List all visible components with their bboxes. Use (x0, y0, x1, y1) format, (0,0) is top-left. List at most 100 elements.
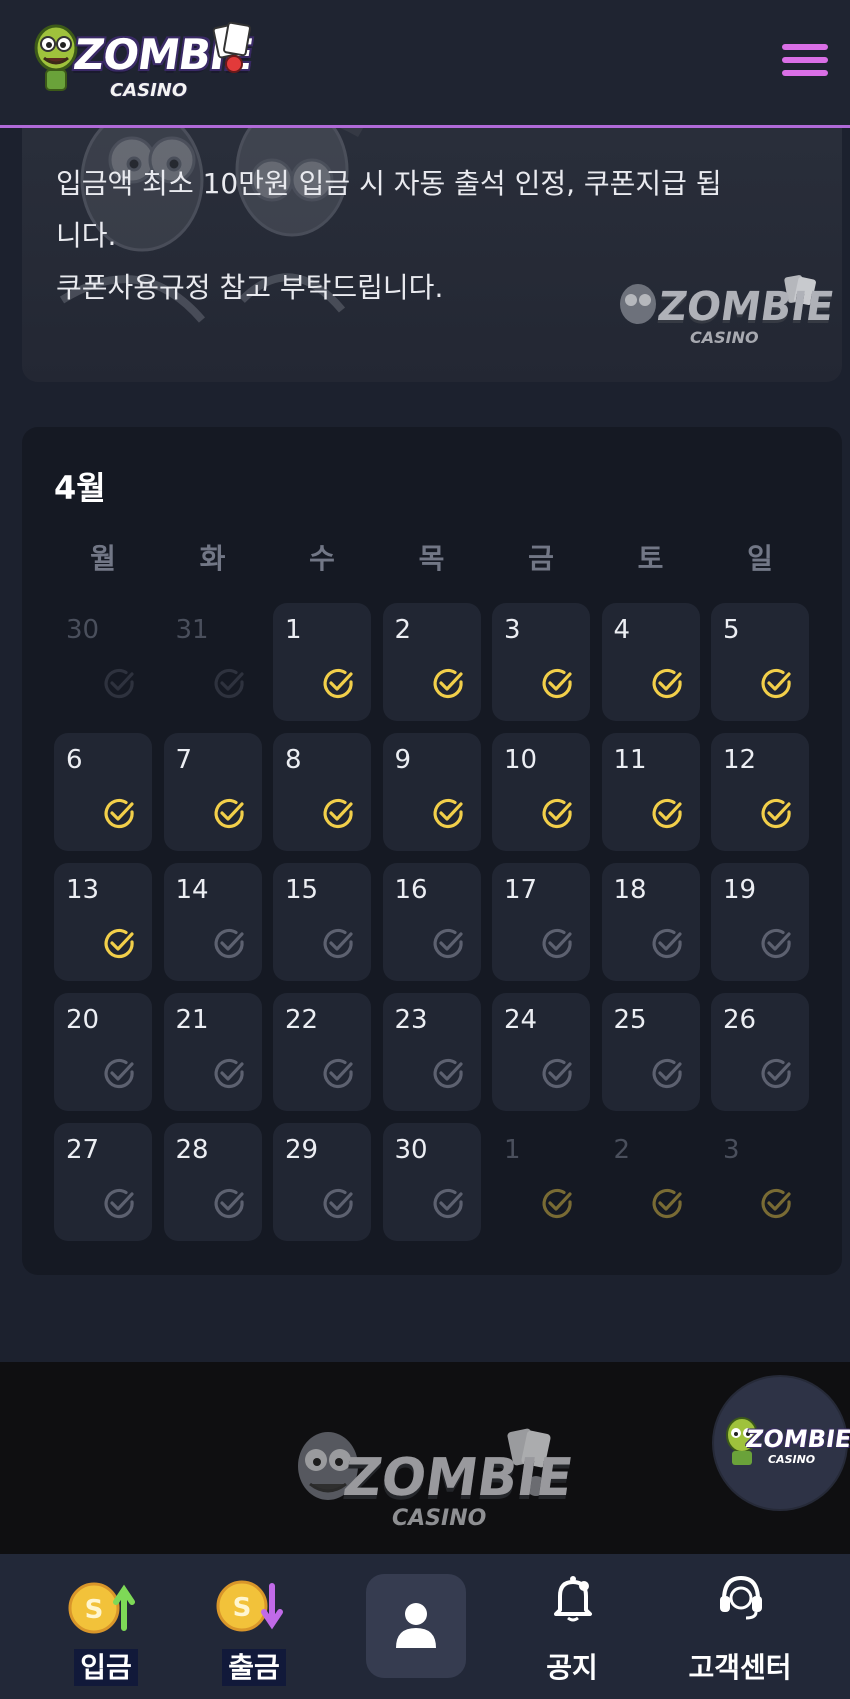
weekday-label: 월 (90, 542, 116, 575)
check-circle-icon (652, 1058, 682, 1089)
calendar-day-cell[interactable]: 12 (711, 733, 809, 851)
calendar-day-cell[interactable]: 22 (273, 993, 371, 1111)
calendar-day-cell[interactable]: 3 (711, 1123, 809, 1241)
info-logo-subtext: CASINO (690, 328, 759, 347)
calendar-day-cell[interactable]: 11 (601, 733, 700, 851)
nav-notice[interactable]: 공지 (522, 1554, 622, 1699)
attendance-info-panel: 입금액 최소 10만원 입금 시 자동 출석 인정, 쿠폰지급 됩 니다. 쿠폰… (22, 100, 842, 382)
check-circle-filled-icon (652, 668, 682, 699)
calendar-day-cell[interactable]: 6 (54, 733, 152, 851)
calendar-day-cell[interactable]: 1 (492, 1123, 590, 1241)
calendar-day-cell[interactable]: 23 (382, 993, 481, 1111)
calendar-day-cell[interactable]: 26 (711, 993, 809, 1111)
calendar-day-number: 12 (723, 745, 757, 775)
calendar-day-number: 29 (285, 1135, 319, 1165)
calendar-day-cell[interactable]: 14 (163, 863, 262, 981)
calendar-day-cell[interactable]: 8 (273, 733, 371, 851)
nav-withdraw-label: 출금 (222, 1649, 286, 1686)
calendar-day-cell[interactable]: 18 (601, 863, 700, 981)
check-circle-icon (104, 1058, 134, 1089)
calendar-day-number: 30 (66, 615, 100, 645)
check-circle-icon (214, 1058, 244, 1089)
site-logo[interactable]: ZOMBIE CASINO (30, 16, 256, 108)
check-circle-filled-icon (323, 798, 353, 829)
check-circle-icon (433, 1188, 463, 1219)
calendar-day-number: 8 (285, 745, 302, 775)
calendar-day-cell[interactable]: 31 (164, 603, 262, 721)
headset-icon (720, 1575, 762, 1620)
calendar-day-cell[interactable]: 29 (273, 1123, 371, 1241)
nav-customer-support[interactable]: 고객센터 (670, 1554, 810, 1699)
weekday-label: 토 (637, 542, 664, 575)
check-circle-filled-icon (761, 668, 791, 699)
calendar-day-cell[interactable]: 1 (273, 603, 371, 721)
attendance-calendar: 4월 월화수목금토일 30 31 1 2 3 4 5 6 7 8 9 10 11 12 13 14 15 16 17… (22, 427, 842, 1275)
info-logo-text: ZOMBIE (654, 284, 837, 330)
nav-support-label: 고객센터 (688, 1651, 792, 1684)
calendar-day-cell[interactable]: 24 (492, 993, 590, 1111)
calendar-day-number: 26 (723, 1005, 757, 1035)
check-circle-filled-icon (542, 798, 572, 829)
check-circle-filled-icon (652, 798, 682, 829)
calendar-day-number: 28 (175, 1135, 209, 1165)
check-circle-icon (214, 1188, 244, 1219)
calendar-day-cell[interactable]: 15 (273, 863, 371, 981)
calendar-day-cell[interactable]: 9 (382, 733, 481, 851)
check-circle-filled-icon (323, 668, 353, 699)
calendar-day-number: 17 (504, 875, 538, 905)
calendar-day-number: 11 (613, 745, 647, 775)
check-circle-icon (542, 1058, 572, 1089)
footer-logo-subtext: CASINO (392, 1506, 487, 1531)
calendar-day-cell[interactable]: 7 (163, 733, 262, 851)
calendar-day-cell[interactable]: 3 (492, 603, 590, 721)
calendar-day-number: 3 (504, 615, 521, 645)
check-circle-icon (652, 928, 682, 959)
calendar-weekday-row: 월화수목금토일 (54, 537, 810, 577)
check-circle-filled-icon (542, 1188, 572, 1219)
calendar-day-number: 14 (175, 875, 209, 905)
calendar-day-cell[interactable]: 2 (602, 1123, 700, 1241)
check-circle-icon (433, 1058, 463, 1089)
weekday-label: 목 (418, 542, 445, 575)
calendar-day-cell[interactable]: 2 (382, 603, 481, 721)
calendar-month-title: 4월 (54, 469, 106, 507)
calendar-day-cell[interactable]: 20 (54, 993, 152, 1111)
nav-deposit[interactable]: S 입금 (56, 1554, 156, 1699)
menu-button[interactable] (780, 40, 830, 80)
calendar-day-cell[interactable]: 21 (163, 993, 262, 1111)
calendar-day-number: 10 (504, 745, 538, 775)
check-circle-filled-icon (104, 798, 134, 829)
nav-profile-button[interactable] (366, 1574, 466, 1678)
floating-logo-button[interactable]: ZOMBIE CASINO (714, 1377, 850, 1509)
calendar-day-cell[interactable]: 10 (492, 733, 590, 851)
check-circle-icon (323, 1058, 353, 1089)
check-circle-icon (323, 928, 353, 959)
calendar-day-number: 2 (613, 1135, 631, 1165)
bell-icon (554, 1576, 592, 1622)
check-circle-icon (542, 928, 572, 959)
info-line-1: 입금액 최소 10만원 입금 시 자동 출석 인정, 쿠폰지급 됩 (56, 167, 722, 200)
calendar-day-number: 23 (394, 1005, 428, 1035)
calendar-day-number: 27 (66, 1135, 100, 1165)
weekday-label: 화 (199, 542, 226, 575)
nav-withdraw[interactable]: S 출금 (204, 1554, 304, 1699)
calendar-day-number: 18 (613, 875, 647, 905)
nav-deposit-label: 입금 (74, 1649, 138, 1686)
check-circle-filled-icon (104, 928, 134, 959)
calendar-day-cell[interactable]: 13 (54, 863, 152, 981)
calendar-day-cell[interactable]: 4 (601, 603, 700, 721)
calendar-day-cell[interactable]: 27 (54, 1123, 152, 1241)
calendar-day-cell[interactable]: 19 (711, 863, 809, 981)
calendar-day-cell[interactable]: 16 (382, 863, 481, 981)
calendar-day-cell[interactable]: 5 (711, 603, 809, 721)
calendar-day-cell[interactable]: 25 (601, 993, 700, 1111)
coin-withdraw-icon: S (216, 1580, 283, 1632)
check-circle-icon (214, 928, 244, 959)
check-circle-filled-icon (761, 1188, 791, 1219)
calendar-day-cell[interactable]: 30 (54, 603, 152, 721)
check-circle-icon (214, 668, 244, 699)
calendar-day-cell[interactable]: 28 (163, 1123, 262, 1241)
calendar-day-cell[interactable]: 17 (492, 863, 590, 981)
check-circle-icon (761, 1058, 791, 1089)
calendar-day-cell[interactable]: 30 (382, 1123, 481, 1241)
